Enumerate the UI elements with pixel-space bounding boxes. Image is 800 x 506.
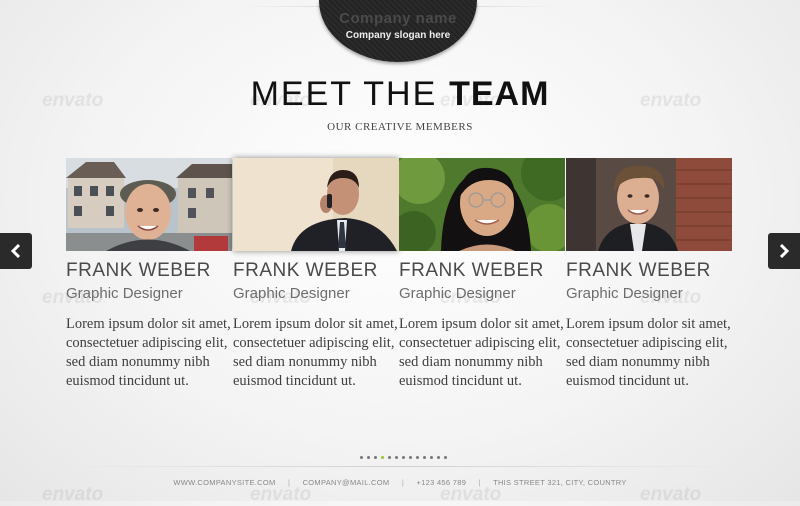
- brand-badge[interactable]: Company name Company slogan here: [319, 0, 477, 62]
- company-name: Company name: [339, 10, 457, 27]
- footer-separator: |: [478, 478, 481, 487]
- pagination-dot[interactable]: [409, 456, 412, 459]
- watermark: envato: [42, 484, 104, 505]
- team-member-card[interactable]: FRANK WEBER Graphic Designer Lorem ipsum…: [566, 158, 732, 391]
- team-member-card[interactable]: FRANK WEBER Graphic Designer Lorem ipsum…: [233, 158, 399, 391]
- team-member-role: Graphic Designer: [66, 285, 183, 302]
- footer-separator: |: [401, 478, 405, 487]
- team-member-name: FRANK WEBER: [233, 260, 378, 281]
- team-member-bio: Lorem ipsum dolor sit amet, consectetuer…: [233, 316, 398, 389]
- watermark: envato: [640, 484, 702, 505]
- pagination-dot[interactable]: [388, 456, 391, 459]
- company-slogan: Company slogan here: [345, 30, 451, 41]
- footer-email[interactable]: COMPANY@MAIL.COM: [303, 478, 390, 487]
- page-subtitle: OUR CREATIVE MEMBERS: [327, 121, 473, 133]
- team-carousel: FRANK WEBER Graphic Designer Lorem ipsum…: [66, 158, 732, 418]
- page-title: MEET THE TEAM: [0, 74, 800, 114]
- pagination-dot[interactable]: [423, 456, 426, 459]
- team-member-photo[interactable]: [233, 158, 399, 251]
- team-member-card[interactable]: FRANK WEBER Graphic Designer Lorem ipsum…: [399, 158, 565, 391]
- title-thin: MEET THE: [250, 75, 438, 113]
- pagination-dots: [360, 456, 447, 459]
- pagination-dot[interactable]: [360, 456, 363, 459]
- pagination-dot[interactable]: [402, 456, 405, 459]
- chevron-right-icon: [779, 244, 790, 258]
- watermark: envato: [250, 484, 312, 505]
- footer-divider: [60, 466, 740, 467]
- watermark: envato: [440, 484, 502, 505]
- pagination-dot[interactable]: [444, 456, 447, 459]
- team-member-card[interactable]: FRANK WEBER Graphic Designer Lorem ipsum…: [66, 158, 232, 391]
- team-member-role: Graphic Designer: [399, 285, 516, 302]
- prev-button[interactable]: [0, 233, 32, 269]
- footer-phone: +123 456 789: [416, 478, 467, 487]
- pagination-dot[interactable]: [367, 456, 370, 459]
- team-member-name: FRANK WEBER: [399, 260, 544, 281]
- footer-address: THIS STREET 321, CITY, COUNTRY: [493, 478, 627, 487]
- pagination-dot[interactable]: [430, 456, 433, 459]
- team-member-role: Graphic Designer: [233, 285, 350, 302]
- footer-website[interactable]: WWW.COMPANYSITE.COM: [173, 478, 275, 487]
- pagination-dot[interactable]: [437, 456, 440, 459]
- footer-separator: |: [287, 478, 291, 487]
- team-member-photo[interactable]: [399, 158, 565, 251]
- title-bold: TEAM: [449, 75, 550, 113]
- next-button[interactable]: [768, 233, 800, 269]
- footer: WWW.COMPANYSITE.COM | COMPANY@MAIL.COM |…: [0, 478, 800, 487]
- pagination-dot-active[interactable]: [381, 456, 384, 459]
- team-member-bio: Lorem ipsum dolor sit amet, consectetuer…: [66, 316, 231, 389]
- chevron-left-icon: [10, 244, 21, 258]
- team-member-role: Graphic Designer: [566, 285, 683, 302]
- team-member-name: FRANK WEBER: [566, 260, 711, 281]
- pagination-dot[interactable]: [395, 456, 398, 459]
- team-member-photo[interactable]: [66, 158, 232, 251]
- team-member-bio: Lorem ipsum dolor sit amet, consectetuer…: [399, 316, 564, 389]
- team-member-bio: Lorem ipsum dolor sit amet, consectetuer…: [566, 316, 731, 389]
- pagination-dot[interactable]: [374, 456, 377, 459]
- pagination-dot[interactable]: [416, 456, 419, 459]
- team-member-name: FRANK WEBER: [66, 260, 211, 281]
- team-member-photo[interactable]: [566, 158, 732, 251]
